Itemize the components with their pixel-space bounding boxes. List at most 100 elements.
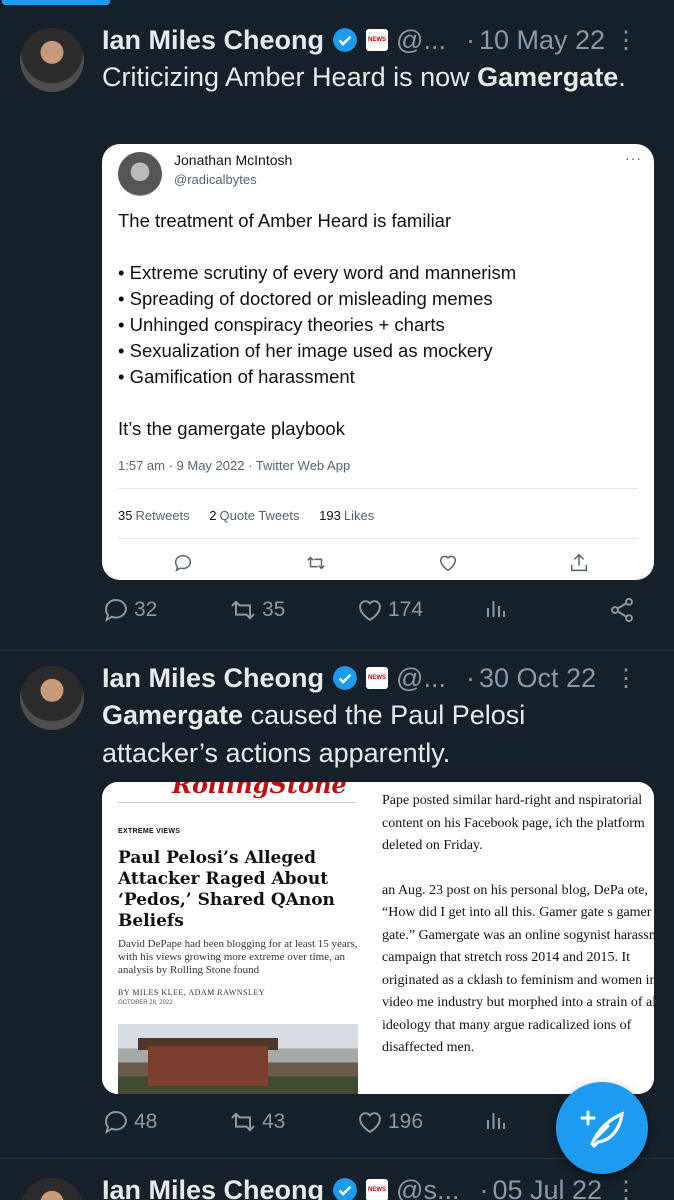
like-count: 193	[319, 508, 341, 523]
affiliation-badge-icon: NEWS	[366, 1179, 389, 1200]
retweet-label: Retweets	[135, 508, 190, 523]
like-button[interactable]: 196	[356, 1108, 423, 1136]
verified-badge-icon	[333, 1178, 357, 1200]
article-screenshot: RollingStone EXTREME VIEWS Paul Pelosi’s…	[102, 782, 372, 1094]
article-headline: Paul Pelosi’s Alleged Attacker Raged Abo…	[118, 848, 335, 931]
verified-badge-icon	[333, 666, 357, 690]
publication-logo: RollingStone	[172, 782, 347, 799]
views-button[interactable]	[484, 1108, 512, 1134]
reply-icon	[105, 599, 127, 623]
quote-line: • Extreme scrutiny of every word and man…	[118, 262, 517, 283]
tweet-date[interactable]: 30 Oct 22	[479, 663, 596, 694]
like-icon	[359, 600, 381, 622]
quote-author-handle: @radicalbytes	[174, 172, 257, 187]
article-kicker: EXTREME VIEWS	[118, 828, 181, 835]
avatar[interactable]	[20, 666, 84, 730]
like-icon	[359, 1112, 381, 1134]
retweet-icon	[307, 556, 325, 570]
author-name[interactable]: Ian Miles Cheong	[102, 25, 324, 56]
affiliation-badge-icon: NEWS	[366, 667, 389, 689]
tweet-header: Ian Miles Cheong NEWS @... · 10 May 22 ⋮	[102, 20, 662, 60]
article-photo	[118, 1024, 358, 1094]
author-handle[interactable]: @s...	[396, 1175, 459, 1200]
tweet-date[interactable]: 10 May 22	[479, 25, 605, 56]
article-body: Pape posted similar hard-right and nspir…	[382, 790, 654, 1082]
article-paragraph: an Aug. 23 post on his personal blog, De…	[382, 882, 654, 1056]
article-paragraph: Pape posted similar hard-right and nspir…	[382, 793, 645, 853]
share-icon	[611, 597, 633, 623]
quote-line: It’s the gamergate playbook	[118, 418, 345, 439]
quote-line: • Gamification of harassment	[118, 366, 355, 387]
tweet-text-bold: Gamergate	[102, 700, 244, 730]
tweet-action-bar: 32 35 174	[102, 596, 642, 632]
quote-timestamp: 1:57 am · 9 May 2022 · Twitter Web App	[118, 458, 351, 473]
tweet[interactable]: Ian Miles Cheong NEWS @... · 10 May 22 ⋮…	[0, 0, 674, 650]
more-options-icon[interactable]: ⋮	[614, 1176, 638, 1200]
like-count: 174	[388, 598, 424, 621]
reply-icon	[174, 554, 191, 572]
embedded-tweet-screenshot[interactable]: Jonathan McIntosh @radicalbytes ··· The …	[102, 144, 654, 580]
quote-blank-line	[118, 234, 638, 260]
avatar[interactable]	[20, 28, 84, 92]
tweet-media[interactable]: RollingStone EXTREME VIEWS Paul Pelosi’s…	[102, 782, 654, 1094]
more-options-icon[interactable]: ⋮	[614, 664, 638, 693]
share-icon	[570, 553, 588, 572]
share-button[interactable]	[608, 596, 640, 624]
tweet-header: Ian Miles Cheong NEWS @... · 30 Oct 22 ⋮	[102, 658, 662, 698]
separator-dot: ·	[465, 24, 475, 55]
verified-badge-icon	[333, 28, 357, 52]
author-handle[interactable]: @...	[396, 663, 446, 694]
divider	[118, 802, 356, 803]
reply-count: 48	[134, 1110, 158, 1133]
quote-author-name: Jonathan McIntosh	[174, 152, 293, 168]
tweet-text-bold: Gamergate	[477, 62, 619, 92]
like-button[interactable]: 174	[356, 596, 423, 624]
compose-tweet-button[interactable]	[556, 1082, 648, 1174]
author-name[interactable]: Ian Miles Cheong	[102, 1175, 324, 1200]
avatar[interactable]	[20, 1178, 84, 1200]
analytics-icon	[487, 601, 505, 617]
views-button[interactable]	[484, 596, 512, 622]
tweet-header: Ian Miles Cheong NEWS @s... · 05 Jul 22 …	[102, 1170, 662, 1200]
reply-icon	[105, 1111, 127, 1135]
quote-line: The treatment of Amber Heard is familiar	[118, 210, 452, 231]
retweet-button[interactable]: 43	[228, 1108, 285, 1136]
reply-button[interactable]: 32	[102, 596, 157, 624]
tweet-date[interactable]: 05 Jul 22	[492, 1175, 602, 1200]
article-byline: BY MILES KLEE, ADAM RAWNSLEY	[118, 988, 266, 997]
article-date: OCTOBER 28, 2022	[118, 1000, 173, 1006]
affiliation-badge-icon: NEWS	[366, 29, 389, 51]
more-options-icon[interactable]: ⋮	[614, 26, 638, 55]
quote-avatar	[118, 152, 162, 196]
divider	[0, 650, 674, 651]
article-text-screenshot: Pape posted similar hard-right and nspir…	[382, 782, 654, 1094]
tweet-text-part: .	[618, 62, 626, 92]
retweet-count: 35	[118, 508, 133, 523]
quote-body: The treatment of Amber Heard is familiar…	[118, 208, 638, 442]
quote-line: • Sexualization of her image used as moc…	[118, 340, 493, 361]
compose-feather-icon	[580, 1110, 624, 1148]
retweet-count: 35	[262, 598, 286, 621]
reply-button[interactable]: 48	[102, 1108, 157, 1136]
retweet-icon	[231, 1112, 255, 1132]
separator-dot: ·	[479, 1174, 489, 1200]
quote-stats: 35 Retweets 2 Quote Tweets 193 Likes	[118, 508, 390, 523]
like-label: Likes	[343, 508, 375, 523]
quote-line: • Spreading of doctored or misleading me…	[118, 288, 493, 309]
quote-action-bar	[102, 552, 654, 580]
retweet-icon	[231, 600, 255, 620]
separator-dot: ·	[465, 662, 475, 693]
like-icon	[439, 555, 457, 572]
article-dek: David DePape had been blogging for at le…	[118, 938, 358, 976]
author-name[interactable]: Ian Miles Cheong	[102, 663, 324, 694]
tweet-text: Gamergate caused the Paul Pelosi attacke…	[102, 696, 642, 772]
quote-blank-line	[118, 390, 638, 416]
divider	[118, 538, 638, 539]
quote-line: • Unhinged conspiracy theories + charts	[118, 314, 445, 335]
quote-tweet-count: 2	[209, 508, 217, 523]
retweet-button[interactable]: 35	[228, 596, 285, 624]
author-handle[interactable]: @...	[396, 25, 446, 56]
analytics-icon	[487, 1113, 505, 1129]
like-count: 196	[388, 1110, 424, 1133]
tweet-text: Criticizing Amber Heard is now Gamergate…	[102, 58, 642, 96]
